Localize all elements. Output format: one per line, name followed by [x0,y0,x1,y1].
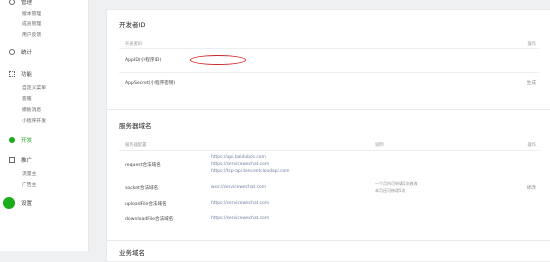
sidebar: 管理 版本管理 成员管理 用户反馈 统计 功能 自定义菜单 客服 模板消息 小程… [0,0,89,251]
download-domain-label: downloadFile合法域名 [125,217,174,222]
modify-link[interactable]: 修改 [527,185,536,191]
nav-label: 统计 [21,50,33,56]
sidebar-item-version[interactable]: 版本管理 [22,10,41,17]
upload-domain-label: uploadFile合法域名 [125,202,167,207]
domain-url: https://tcp-api.tencentcloudapi.com [211,169,290,174]
domain-url: https://servicewechat.com [211,162,270,167]
sidebar-item-advertiser[interactable]: 广告主 [22,181,36,188]
nav-group-stats[interactable]: 统计 [9,48,32,56]
domain-url: https://servicewechat.com [211,201,270,206]
sidebar-item-miniprogram[interactable]: 小程序开发 [22,117,46,124]
card-title: 开发者ID [119,21,146,29]
appsecret-label: AppSecret(小程序密钥) [125,81,176,86]
business-domain-card: 业务域名 [106,240,550,262]
sidebar-item-menu[interactable]: 自定义菜单 [22,84,46,91]
column-header: 操作 [527,143,536,148]
sidebar-item-template[interactable]: 模板消息 [22,106,41,113]
divider [119,72,539,73]
appid-label: AppID(小程序ID) [125,58,162,63]
nav-label: 设置 [21,201,33,207]
server-domain-card: 服务器域名 服务器配置 说明 操作 request合法域名 https://ap… [106,109,550,242]
generate-link[interactable]: 生成 [527,80,536,86]
domain-url: wss://servicewechat.com [211,185,267,190]
column-header: 说明 [375,143,384,148]
sidebar-item-traffic[interactable]: 流量主 [22,170,36,177]
column-header: 操作 [527,42,536,47]
request-domain-label: request合法域名 [125,163,161,168]
status-dot-icon [3,197,15,209]
nav-label: 管理 [21,0,33,6]
divider [119,48,539,49]
main-content: 开发者ID 开发者ID 操作 AppID(小程序ID) AppSecret(小程… [88,0,550,262]
divider [119,150,539,151]
chart-icon [9,49,15,55]
modify-limit-note: 一个月内可申请5次修改 本月还可修改5次 [375,181,418,193]
promote-icon [9,157,15,163]
dev-id-card: 开发者ID 开发者ID 操作 AppID(小程序ID) AppSecret(小程… [106,9,550,111]
domain-url: https://api.baidubce.com [211,155,266,160]
card-title: 业务域名 [119,249,145,257]
sidebar-item-members[interactable]: 成员管理 [22,20,41,27]
nav-group-function[interactable]: 功能 [9,70,32,78]
nav-label: 推广 [21,158,33,164]
settings-icon [9,0,15,5]
column-header: 开发者ID [125,42,143,47]
nav-group-promote[interactable]: 推广 [9,156,32,164]
nav-group-manage[interactable]: 管理 [9,0,32,6]
grid-icon [9,71,15,77]
sidebar-item-service[interactable]: 客服 [22,95,32,102]
code-icon [9,137,15,143]
sidebar-item-feedback[interactable]: 用户反馈 [22,31,41,38]
nav-label: 功能 [21,72,33,78]
domain-url: https://servicewechat.com [211,216,270,221]
socket-domain-label: socket合法域名 [125,186,159,191]
nav-group-develop[interactable]: 开发 [9,136,32,144]
card-title: 服务器域名 [119,122,152,130]
redaction-ellipse [190,55,246,65]
nav-label: 开发 [21,138,33,144]
column-header: 服务器配置 [125,143,147,148]
